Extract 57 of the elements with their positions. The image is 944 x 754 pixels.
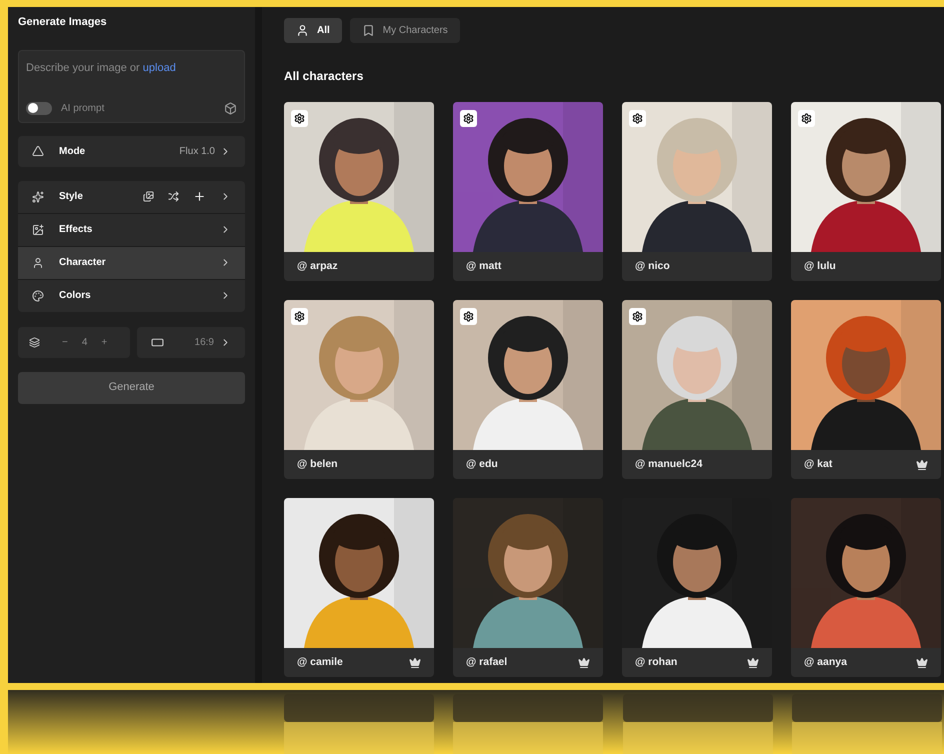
character-handle[interactable]: @ rafael bbox=[466, 654, 508, 670]
colors-icon bbox=[32, 290, 44, 302]
prompt-placeholder: Describe your image or bbox=[26, 62, 140, 74]
layers-icon bbox=[29, 336, 40, 348]
increment-button[interactable]: + bbox=[101, 334, 108, 350]
character-handle[interactable]: @ lulu bbox=[804, 258, 836, 274]
character-handle[interactable]: @ aanya bbox=[804, 654, 847, 670]
decrement-button[interactable]: − bbox=[62, 334, 68, 350]
option-label: Effects bbox=[59, 223, 92, 237]
option-label: Style bbox=[59, 190, 83, 204]
shuffle-icon[interactable] bbox=[168, 191, 179, 202]
settings-badge-icon[interactable] bbox=[629, 110, 646, 127]
mode-label: Mode bbox=[59, 144, 86, 158]
filter-tab[interactable]: My Characters bbox=[350, 18, 460, 43]
character-icon bbox=[32, 256, 44, 268]
prompt-field[interactable]: Describe your image or upload AI prompt bbox=[18, 50, 245, 122]
mode-value: Flux 1.0 bbox=[179, 144, 215, 158]
settings-badge-icon[interactable] bbox=[798, 110, 815, 127]
effects-icon bbox=[32, 224, 44, 236]
mode-row[interactable]: Mode Flux 1.0 bbox=[18, 136, 245, 166]
option-row[interactable]: Effects bbox=[18, 214, 245, 246]
aspect-ratio-selector[interactable]: 16:9 bbox=[137, 326, 245, 358]
person-icon bbox=[296, 24, 309, 37]
settings-badge-icon[interactable] bbox=[460, 308, 477, 325]
settings-badge-icon[interactable] bbox=[291, 110, 308, 127]
settings-badge-icon[interactable] bbox=[460, 110, 477, 127]
image-count: 4 bbox=[82, 336, 88, 350]
upload-link[interactable]: upload bbox=[142, 62, 176, 74]
sidebar-title: Generate Images bbox=[18, 15, 108, 30]
bookmark-icon bbox=[362, 24, 375, 37]
settings-badge-icon[interactable] bbox=[291, 308, 308, 325]
character-handle[interactable]: @ kat bbox=[804, 456, 832, 472]
option-row[interactable]: Colors bbox=[18, 280, 245, 312]
character-handle[interactable]: @ arpaz bbox=[297, 258, 338, 274]
triangle-icon bbox=[32, 145, 44, 157]
character-handle[interactable]: @ manuelc24 bbox=[635, 456, 702, 472]
option-label: Character bbox=[59, 256, 106, 270]
option-row[interactable]: Character bbox=[18, 246, 245, 278]
settings-badge-icon[interactable] bbox=[629, 308, 646, 325]
option-row[interactable]: Style bbox=[18, 180, 245, 212]
ai-prompt-toggle[interactable] bbox=[26, 102, 52, 114]
ai-prompt-label: AI prompt bbox=[61, 102, 104, 116]
rectangle-icon bbox=[151, 336, 164, 348]
character-handle[interactable]: @ edu bbox=[466, 456, 498, 472]
character-handle[interactable]: @ belen bbox=[297, 456, 338, 472]
character-handle[interactable]: @ nico bbox=[635, 258, 670, 274]
character-handle[interactable]: @ matt bbox=[466, 258, 502, 274]
character-handle[interactable]: @ camile bbox=[297, 654, 343, 670]
filter-tab[interactable]: All bbox=[284, 18, 342, 43]
option-label: Colors bbox=[59, 289, 91, 303]
cube-icon[interactable] bbox=[224, 102, 237, 114]
section-title: All characters bbox=[284, 68, 364, 85]
gallery-icon[interactable] bbox=[143, 191, 154, 202]
plus-icon[interactable] bbox=[193, 190, 206, 203]
generate-button[interactable]: Generate bbox=[18, 372, 245, 404]
style-icon bbox=[32, 190, 44, 202]
character-handle[interactable]: @ rohan bbox=[635, 654, 678, 670]
